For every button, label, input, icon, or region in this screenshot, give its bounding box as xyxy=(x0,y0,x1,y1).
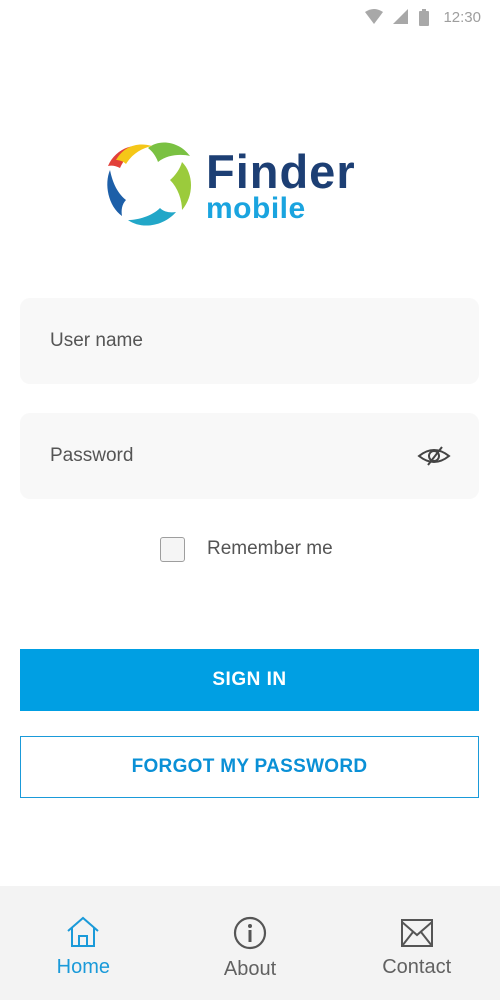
status-bar: 12:30 xyxy=(0,0,500,34)
home-icon xyxy=(67,916,99,947)
bottom-navigation: Home About Contact xyxy=(0,886,500,1000)
remember-me-checkbox[interactable] xyxy=(160,536,185,562)
nav-item-home[interactable]: Home xyxy=(0,886,167,1000)
sign-in-button[interactable]: SIGN IN xyxy=(20,649,479,711)
logo-swirl-icon xyxy=(107,142,191,226)
cellular-signal-icon xyxy=(393,9,409,24)
wifi-icon xyxy=(365,9,384,24)
nav-label-contact: Contact xyxy=(382,956,452,978)
mail-icon xyxy=(400,919,433,947)
finder-mobile-logo: Finder mobile xyxy=(100,140,400,230)
battery-icon xyxy=(419,8,430,26)
password-input[interactable] xyxy=(48,444,382,468)
nav-item-about[interactable]: About xyxy=(167,886,334,1000)
forgot-password-button[interactable]: FORGOT MY PASSWORD xyxy=(20,736,479,798)
remember-me-label[interactable]: Remember me xyxy=(207,538,333,560)
eye-slash-icon[interactable] xyxy=(417,443,451,469)
info-icon xyxy=(233,916,267,950)
nav-label-home: Home xyxy=(56,956,111,978)
username-field[interactable] xyxy=(20,298,479,384)
password-field[interactable] xyxy=(20,413,479,499)
nav-label-about: About xyxy=(223,958,277,980)
logo-brand-text: Finder xyxy=(206,145,356,198)
nav-item-contact[interactable]: Contact xyxy=(333,886,500,1000)
username-input[interactable] xyxy=(48,329,382,353)
status-time: 12:30 xyxy=(443,8,481,26)
remember-me-row: Remember me xyxy=(160,534,333,564)
logo-sub-text: mobile xyxy=(206,192,306,225)
